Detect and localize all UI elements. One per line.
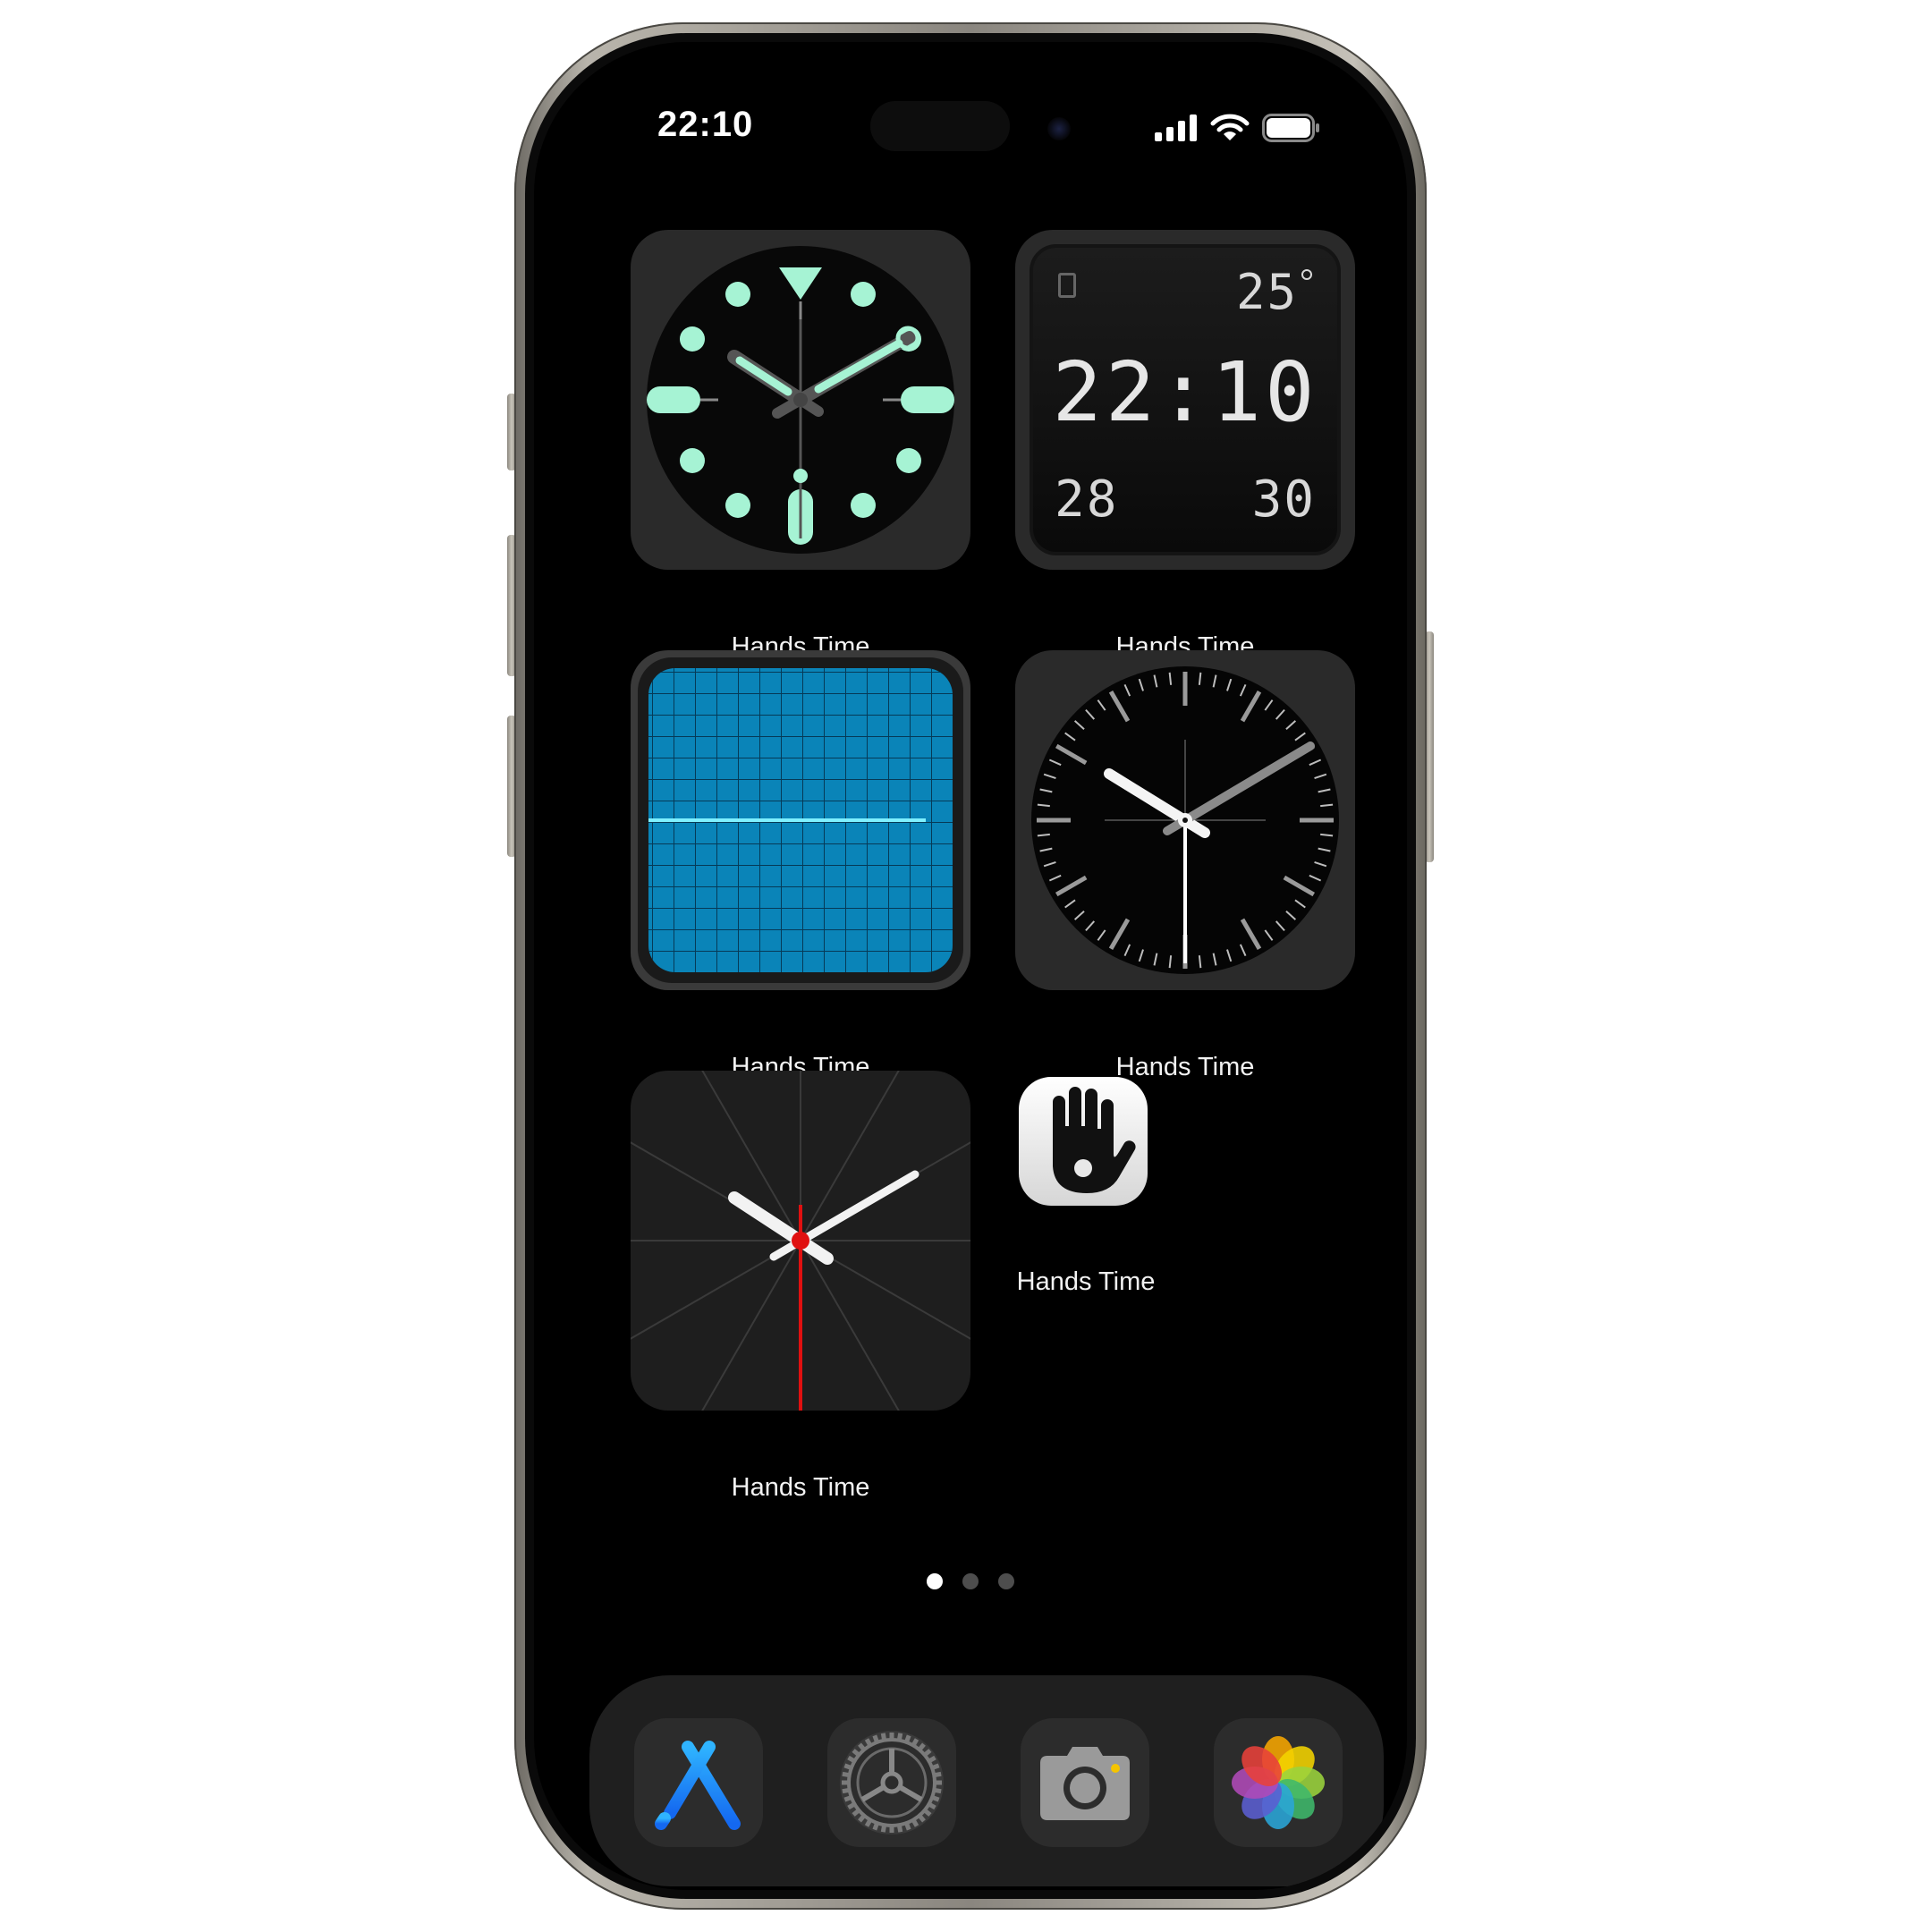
dynamic-island — [870, 101, 1010, 151]
page-dot[interactable] — [998, 1573, 1014, 1589]
photos-icon — [1232, 1736, 1325, 1829]
oscilloscope-screen — [638, 657, 963, 983]
ray-line — [800, 1071, 900, 1241]
lcd-battery-indicator — [1058, 273, 1076, 298]
cellular-signal-icon — [1155, 114, 1197, 141]
lume-clock-widget[interactable] — [631, 230, 970, 570]
status-icons — [1155, 112, 1321, 144]
degree-symbol — [1301, 269, 1312, 280]
page-dot[interactable] — [962, 1573, 979, 1589]
dock-photos[interactable] — [1214, 1718, 1343, 1847]
raised-hand-icon — [1053, 1087, 1136, 1193]
lcd-clock-widget[interactable]: 25 22:10 28 30 — [1015, 230, 1355, 570]
front-camera — [1047, 117, 1071, 140]
lume-clock-face — [647, 246, 954, 554]
ray-line — [631, 1240, 801, 1340]
app-icon-label: Hands Time — [1016, 1267, 1156, 1296]
wifi-icon — [1210, 114, 1250, 140]
ray-line — [800, 1240, 900, 1411]
camera-icon — [1040, 1747, 1130, 1820]
oscilloscope-widget[interactable] — [631, 650, 970, 990]
lcd-temperature: 25 — [1235, 264, 1298, 320]
dock-camera[interactable] — [1021, 1718, 1149, 1847]
gear-icon — [840, 1731, 944, 1835]
dock-settings[interactable] — [827, 1718, 956, 1847]
analog-clock-face — [1031, 666, 1339, 974]
status-time: 22:10 — [657, 105, 754, 144]
home-screen: 22:10 Hands Time 25 22:10 28 30 Hands Ti… — [534, 42, 1407, 1890]
dock — [589, 1675, 1384, 1886]
app-store-icon — [648, 1741, 741, 1830]
lcd-display: 25 22:10 28 30 — [1030, 244, 1341, 555]
widget-label: Hands Time — [731, 1473, 870, 1502]
ray-line — [701, 1240, 801, 1411]
lcd-right-value: 30 — [1251, 470, 1316, 529]
hands-time-app-icon[interactable] — [1019, 1077, 1148, 1206]
dock-app-store[interactable] — [634, 1718, 763, 1847]
minimal-clock-face — [631, 1071, 970, 1411]
page-dot[interactable] — [927, 1573, 943, 1589]
minimal-clock-widget[interactable] — [631, 1071, 970, 1411]
ray-line — [800, 1141, 970, 1241]
lcd-time: 22:10 — [1052, 344, 1318, 440]
phone-frame: 22:10 Hands Time 25 22:10 28 30 Hands Ti… — [514, 22, 1427, 1910]
battery-icon — [1262, 114, 1319, 142]
analog-clock-widget[interactable] — [1015, 650, 1355, 990]
ray-line — [701, 1071, 801, 1241]
phone-bezel: 22:10 Hands Time 25 22:10 28 30 Hands Ti… — [525, 33, 1416, 1899]
page-indicator[interactable] — [534, 1573, 1407, 1589]
lcd-left-value: 28 — [1055, 470, 1119, 529]
